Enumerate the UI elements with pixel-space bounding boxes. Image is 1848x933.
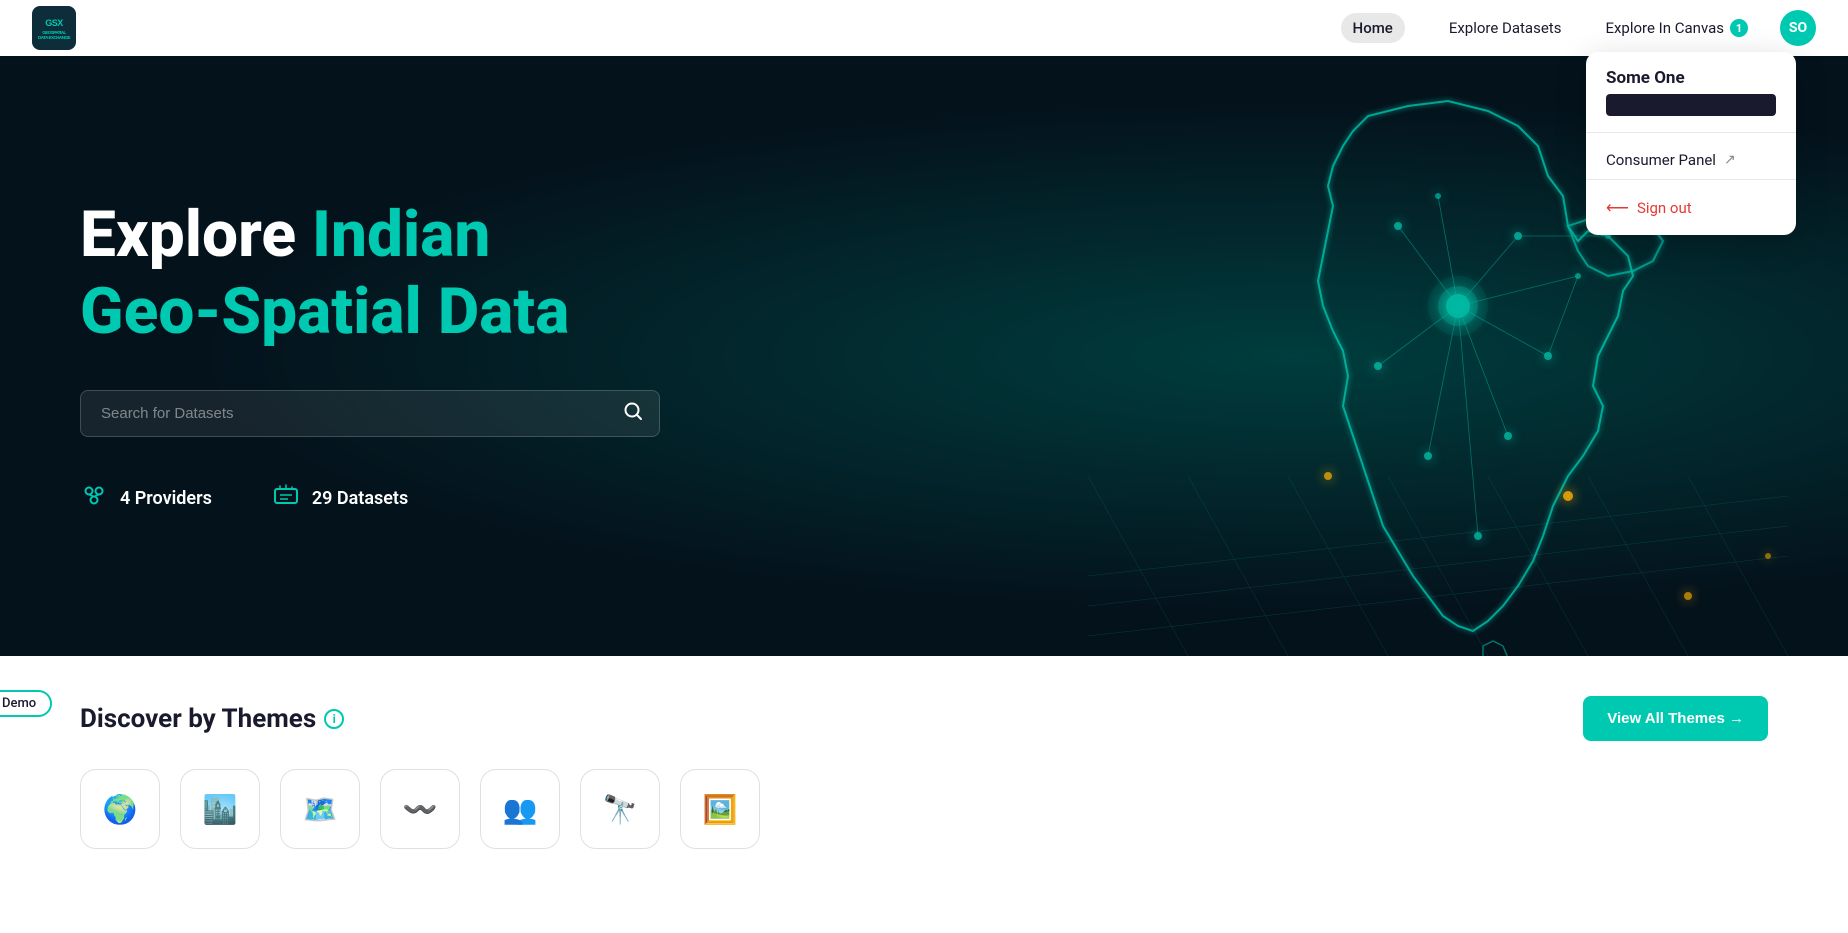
providers-icon bbox=[80, 481, 108, 515]
svg-text:GSX: GSX bbox=[45, 18, 63, 28]
logo-box: GSX GEOSPATIAL DATA EXCHANGE bbox=[32, 6, 76, 50]
themes-icons-row: 🌍 🏙️ 🗺️ 〰️ 👥 🔭 🖼️ bbox=[80, 769, 1768, 849]
dropdown-user-name: Some One bbox=[1586, 68, 1796, 94]
theme-card-7[interactable]: 🖼️ bbox=[680, 769, 760, 849]
theme-card-3[interactable]: 🗺️ bbox=[280, 769, 360, 849]
search-button[interactable] bbox=[619, 397, 647, 430]
theme-icon-2: 🏙️ bbox=[203, 793, 238, 826]
theme-icon-3: 🗺️ bbox=[303, 793, 338, 826]
demo-badge: Demo bbox=[0, 690, 52, 717]
theme-icon-7: 🖼️ bbox=[703, 793, 738, 826]
logo[interactable]: GSX GEOSPATIAL DATA EXCHANGE bbox=[32, 6, 76, 50]
themes-header: Discover by Themes i View All Themes → bbox=[80, 696, 1768, 741]
dropdown-divider bbox=[1586, 132, 1796, 133]
info-icon[interactable]: i bbox=[324, 709, 344, 729]
dropdown-divider-2 bbox=[1586, 179, 1796, 180]
theme-icon-6: 🔭 bbox=[603, 793, 638, 826]
theme-card-2[interactable]: 🏙️ bbox=[180, 769, 260, 849]
view-all-themes-button[interactable]: View All Themes → bbox=[1583, 696, 1768, 741]
dropdown-sign-out[interactable]: ⟵ Sign out bbox=[1586, 188, 1796, 227]
hero-content: Explore Indian Geo-Spatial Data bbox=[0, 197, 660, 516]
theme-card-5[interactable]: 👥 bbox=[480, 769, 560, 849]
theme-card-6[interactable]: 🔭 bbox=[580, 769, 660, 849]
hero-title: Explore Indian Geo-Spatial Data bbox=[80, 197, 660, 351]
hero-stats: 4 Providers 29 Datasets bbox=[80, 481, 660, 515]
hero-section: Explore Indian Geo-Spatial Data bbox=[0, 56, 1848, 656]
signout-icon: ⟵ bbox=[1606, 198, 1629, 217]
theme-icon-1: 🌍 bbox=[103, 793, 138, 826]
stat-datasets: 29 Datasets bbox=[272, 481, 408, 515]
user-dropdown: Some One Consumer Panel ↗ ⟵ Sign out bbox=[1586, 52, 1796, 235]
external-link-icon: ↗ bbox=[1724, 152, 1736, 168]
theme-icon-4: 〰️ bbox=[403, 793, 438, 826]
stat-providers: 4 Providers bbox=[80, 481, 212, 515]
datasets-icon bbox=[272, 481, 300, 515]
theme-card-1[interactable]: 🌍 bbox=[80, 769, 160, 849]
datasets-value: 29 Datasets bbox=[312, 488, 408, 509]
search-bar bbox=[80, 390, 660, 437]
svg-text:DATA EXCHANGE: DATA EXCHANGE bbox=[38, 35, 70, 40]
themes-title: Discover by Themes i bbox=[80, 704, 344, 734]
canvas-badge: 1 bbox=[1730, 19, 1748, 37]
search-input[interactable] bbox=[93, 391, 619, 436]
nav-explore-canvas[interactable]: Explore In Canvas 1 bbox=[1605, 19, 1748, 37]
theme-card-4[interactable]: 〰️ bbox=[380, 769, 460, 849]
navbar: GSX GEOSPATIAL DATA EXCHANGE Home Explor… bbox=[0, 0, 1848, 56]
avatar[interactable]: SO bbox=[1780, 10, 1816, 46]
nav-home[interactable]: Home bbox=[1341, 13, 1405, 43]
dropdown-consumer-panel[interactable]: Consumer Panel ↗ bbox=[1586, 141, 1796, 179]
theme-icon-5: 👥 bbox=[503, 793, 538, 826]
providers-value: 4 Providers bbox=[120, 488, 212, 509]
dropdown-email-bar bbox=[1606, 94, 1776, 116]
navbar-links: Home Explore Datasets Explore In Canvas … bbox=[1341, 10, 1816, 46]
nav-explore-datasets[interactable]: Explore Datasets bbox=[1437, 13, 1574, 43]
themes-section: Demo Discover by Themes i View All Theme… bbox=[0, 656, 1848, 869]
